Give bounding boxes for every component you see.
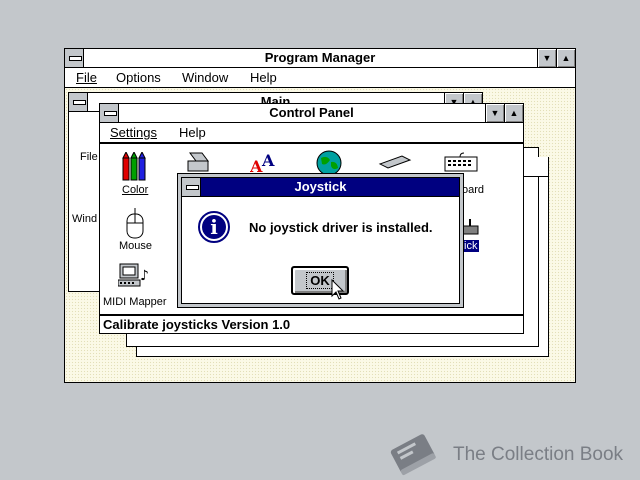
info-icon-glyph: i: [210, 215, 218, 239]
mouse-icon-label[interactable]: Mouse: [119, 240, 152, 252]
control-panel-maximize-icon[interactable]: ▲: [504, 104, 523, 122]
control-panel-title: Control Panel: [269, 105, 354, 120]
info-icon: i: [198, 211, 232, 245]
cp-menu-settings[interactable]: Settings: [110, 123, 157, 142]
joystick-dialog-titlebar[interactable]: Joystick: [182, 178, 459, 197]
mouse-icon[interactable]: [125, 207, 145, 240]
printer-icon[interactable]: [186, 151, 210, 173]
desktop-icon[interactable]: [378, 154, 412, 172]
program-manager-system-menu-icon[interactable]: [65, 49, 84, 67]
dialog-message: No joystick driver is installed.: [249, 220, 433, 235]
book-icon: [388, 430, 440, 478]
menu-options[interactable]: Options: [116, 68, 161, 87]
control-panel-status-bar: Calibrate joysticks Version 1.0: [99, 314, 524, 334]
program-manager-minimize-icon[interactable]: ▼: [537, 49, 556, 67]
mouse-cursor-icon: [331, 278, 345, 301]
color-icon[interactable]: [122, 150, 148, 184]
midi-mapper-icon-label[interactable]: MIDI Mapper: [103, 296, 167, 308]
control-panel-system-menu-icon[interactable]: [100, 104, 119, 122]
program-manager-title: Program Manager: [264, 50, 376, 65]
main-group-system-menu-icon[interactable]: [69, 93, 88, 111]
midi-mapper-icon[interactable]: ♪: [117, 262, 152, 290]
joystick-icon-label-partial[interactable]: ick: [462, 240, 480, 252]
control-panel-titlebar[interactable]: Control Panel ▼ ▲: [100, 104, 523, 123]
watermark-text: The Collection Book: [453, 444, 624, 465]
fonts-icon[interactable]: A A: [249, 150, 280, 176]
program-manager-menubar: File Options Window Help: [65, 68, 575, 88]
menu-file[interactable]: File: [76, 68, 97, 87]
svg-text:♪: ♪: [140, 268, 149, 284]
color-icon-label[interactable]: Color: [122, 184, 148, 196]
menu-help[interactable]: Help: [250, 68, 277, 87]
ok-button-label: OK: [306, 272, 334, 289]
cp-menu-help[interactable]: Help: [179, 123, 206, 142]
menu-window[interactable]: Window: [182, 68, 228, 87]
main-group-partial-label-file[interactable]: File: [80, 151, 98, 163]
control-panel-menubar: Settings Help: [100, 123, 523, 144]
joystick-dialog-title: Joystick: [294, 179, 347, 194]
program-manager-titlebar[interactable]: Program Manager ▼ ▲: [65, 49, 575, 68]
svg-text:A: A: [261, 151, 275, 170]
joystick-dialog-system-menu-icon[interactable]: [182, 178, 201, 196]
group-window-back-titlebar: [523, 157, 549, 177]
main-group-partial-label-wind[interactable]: Wind: [72, 213, 97, 225]
keyboard-icon[interactable]: [444, 152, 478, 174]
keyboard-icon-label-partial[interactable]: oard: [462, 184, 484, 196]
control-panel-minimize-icon[interactable]: ▼: [485, 104, 504, 122]
program-manager-maximize-icon[interactable]: ▲: [556, 49, 575, 67]
